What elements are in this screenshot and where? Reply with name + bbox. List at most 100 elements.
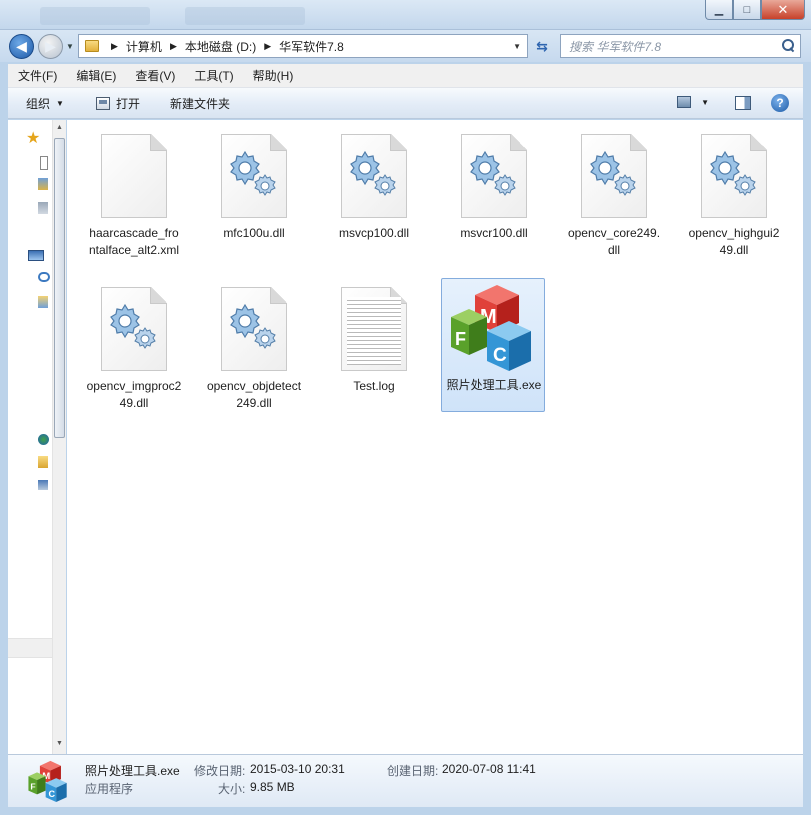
- file-name: msvcp100.dll: [338, 226, 410, 240]
- network-cloud-icon[interactable]: [38, 272, 50, 282]
- menu-help[interactable]: 帮助(H): [243, 67, 303, 84]
- help-icon[interactable]: ?: [771, 94, 789, 112]
- text-document-icon: [341, 287, 407, 371]
- new-folder-button[interactable]: 新建文件夹: [150, 88, 240, 118]
- scrollbar-thumb[interactable]: [54, 138, 65, 438]
- file-item[interactable]: opencv_imgproc249.dll: [81, 285, 185, 417]
- breadcrumb-computer[interactable]: 计算机: [124, 38, 164, 55]
- computer-icon[interactable]: [28, 250, 44, 261]
- dll-gear-icon: [581, 134, 647, 218]
- scroll-up-icon[interactable]: ▲: [56, 124, 63, 131]
- file-name: opencv_highgui249.dll: [688, 226, 780, 257]
- svg-text:F: F: [455, 329, 466, 349]
- created-date-value: 2020-07-08 11:41: [442, 762, 536, 776]
- file-item[interactable]: opencv_highgui249.dll: [681, 132, 785, 264]
- title-bar: ▁ □ ✕: [0, 0, 811, 30]
- file-name: Test.log: [353, 379, 395, 393]
- drive-folder-icon[interactable]: [38, 456, 48, 468]
- dll-gear-icon: [461, 134, 527, 218]
- folder-icon: [85, 40, 99, 52]
- library-icon[interactable]: [38, 296, 48, 308]
- created-date-label: 创建日期:: [387, 764, 439, 778]
- organize-button[interactable]: 组织 ▼: [8, 88, 74, 118]
- breadcrumb-separator-icon[interactable]: ▶: [170, 41, 177, 52]
- command-bar: 组织 ▼ 打开 新建文件夹 ▼ ?: [8, 88, 803, 119]
- mfc-app-icon: M F C: [451, 285, 531, 371]
- menu-file[interactable]: 文件(F): [8, 67, 66, 84]
- file-name: 照片处理工具.exe: [446, 378, 542, 392]
- search-icon[interactable]: [782, 39, 794, 51]
- dll-gear-icon: [701, 134, 767, 218]
- recent-places-icon[interactable]: [38, 202, 48, 214]
- menu-edit[interactable]: 编辑(E): [66, 67, 125, 84]
- file-item[interactable]: msvcp100.dll: [321, 132, 425, 264]
- file-item[interactable]: mfc100u.dll: [201, 132, 305, 264]
- dll-gear-icon: [221, 134, 287, 218]
- chevron-down-icon: ▼: [701, 97, 709, 107]
- file-name: mfc100u.dll: [223, 226, 285, 240]
- breadcrumb-separator-icon[interactable]: ▶: [111, 41, 118, 52]
- favorites-star-icon[interactable]: ★: [26, 128, 40, 148]
- open-icon: [95, 96, 110, 110]
- homegroup-icon[interactable]: [38, 434, 49, 445]
- dll-gear-icon: [341, 134, 407, 218]
- scroll-down-icon[interactable]: ▼: [56, 740, 63, 747]
- search-input[interactable]: 搜索 华军软件7.8: [560, 34, 801, 58]
- navigation-bar: ◀ ▶ ▼ ▶ 计算机 ▶ 本地磁盘 (D:) ▶ 华军软件7.8 ▼ ⇆ 搜索…: [0, 30, 811, 62]
- navigation-pane-scrollbar[interactable]: ▲ ▼: [52, 120, 66, 754]
- file-item[interactable]: Test.log: [321, 285, 425, 417]
- open-button[interactable]: 打开: [74, 88, 150, 118]
- file-name: opencv_core249.dll: [567, 226, 661, 257]
- dll-gear-icon: [221, 287, 287, 371]
- svg-text:C: C: [49, 789, 56, 799]
- network-icon[interactable]: [38, 480, 48, 490]
- recent-pages-dropdown-icon[interactable]: ▼: [66, 42, 74, 51]
- downloads-icon[interactable]: [38, 178, 48, 190]
- address-bar[interactable]: ▶ 计算机 ▶ 本地磁盘 (D:) ▶ 华军软件7.8 ▼: [78, 34, 528, 58]
- address-history-dropdown-icon[interactable]: ▼: [513, 42, 521, 51]
- dll-gear-icon: [101, 287, 167, 371]
- mfc-app-icon: M F C: [28, 760, 67, 803]
- background-window-tab: [40, 7, 150, 25]
- size-value: 9.85 MB: [250, 780, 295, 794]
- file-name: opencv_imgproc249.dll: [86, 379, 182, 410]
- open-label: 打开: [115, 96, 140, 111]
- file-name: msvcr100.dll: [460, 226, 528, 240]
- file-item-selected[interactable]: M F C 照片处理工具.exe: [441, 278, 545, 412]
- view-icon: [677, 96, 692, 108]
- file-list-view[interactable]: haarcascade_frontalface_alt2.xml mfc100u…: [67, 120, 803, 754]
- file-item[interactable]: msvcr100.dll: [441, 132, 545, 264]
- minimize-button[interactable]: ▁: [705, 0, 733, 20]
- change-view-button[interactable]: ▼: [677, 96, 709, 108]
- forward-button[interactable]: ▶: [38, 34, 63, 59]
- details-file-name: 照片处理工具.exe: [85, 764, 180, 778]
- desktop-icon[interactable]: [40, 156, 48, 170]
- breadcrumb-current-folder[interactable]: 华军软件7.8: [277, 38, 346, 55]
- menu-bar: 文件(F) 编辑(E) 查看(V) 工具(T) 帮助(H): [8, 64, 803, 88]
- navigation-pane: ★ ▲ ▼: [8, 120, 66, 754]
- file-name: haarcascade_frontalface_alt2.xml: [88, 226, 180, 257]
- horizontal-scrollbar[interactable]: [8, 638, 52, 658]
- svg-text:F: F: [30, 782, 35, 792]
- details-file-type: 应用程序: [85, 782, 134, 796]
- file-item[interactable]: haarcascade_frontalface_alt2.xml: [81, 132, 185, 264]
- file-item[interactable]: opencv_objdetect249.dll: [201, 285, 305, 417]
- details-pane: M F C 照片处理工具.exe 应用程序 修改日期: 2015-03-10 2…: [8, 754, 803, 807]
- file-name: opencv_objdetect249.dll: [206, 379, 302, 410]
- close-button[interactable]: ✕: [761, 0, 805, 20]
- preview-pane-icon[interactable]: [735, 96, 751, 110]
- modified-date-value: 2015-03-10 20:31: [250, 762, 345, 776]
- refresh-button[interactable]: ⇆: [530, 34, 554, 58]
- menu-tools[interactable]: 工具(T): [184, 67, 242, 84]
- organize-label: 组织: [26, 96, 51, 111]
- maximize-button[interactable]: □: [733, 0, 761, 20]
- back-button[interactable]: ◀: [9, 34, 34, 59]
- menu-view[interactable]: 查看(V): [125, 67, 184, 84]
- svg-text:C: C: [493, 345, 507, 366]
- file-item[interactable]: opencv_core249.dll: [561, 132, 665, 264]
- chevron-down-icon: ▼: [56, 98, 64, 108]
- breadcrumb-drive-d[interactable]: 本地磁盘 (D:): [183, 38, 258, 55]
- new-folder-label: 新建文件夹: [169, 96, 230, 111]
- modified-date-label: 修改日期:: [194, 764, 246, 778]
- breadcrumb-separator-icon[interactable]: ▶: [264, 41, 271, 52]
